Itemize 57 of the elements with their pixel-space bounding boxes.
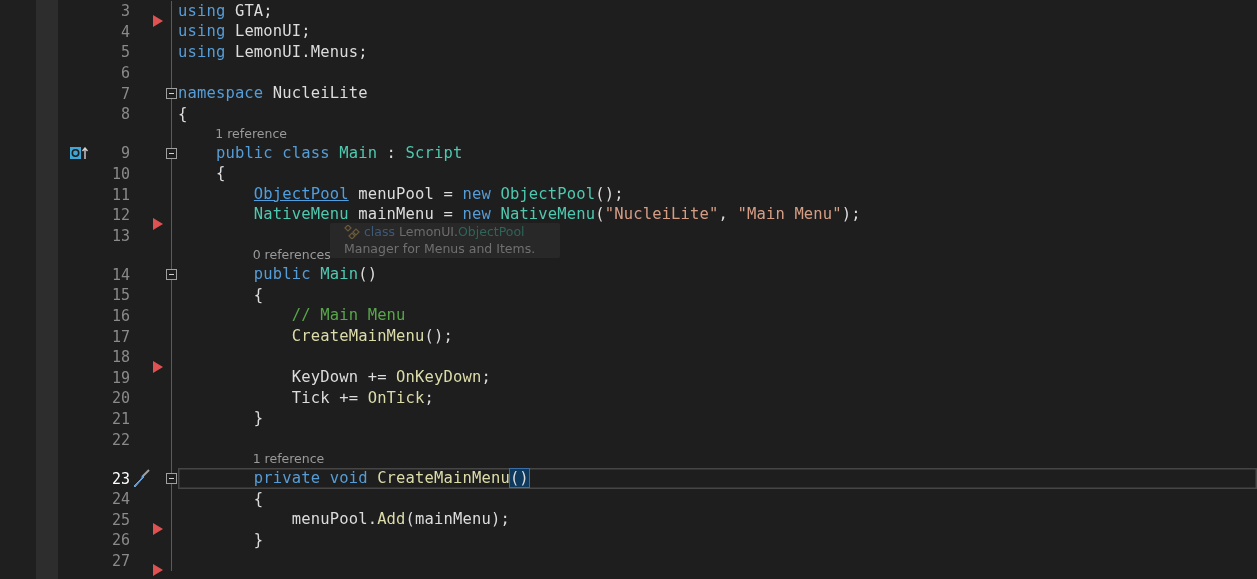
line-number: 13 (110, 226, 130, 245)
code-line: using GTA; (178, 3, 273, 20)
screwdriver-icon[interactable] (131, 468, 151, 489)
implementation-icon[interactable] (70, 147, 88, 160)
code-line: } (252, 411, 264, 427)
line-number: 16 (110, 307, 130, 325)
line-number: 22 (110, 430, 130, 449)
line-number: 8 (119, 105, 130, 124)
line-number: 14 (110, 265, 130, 284)
line-number: 3 (119, 2, 130, 21)
line-number: 5 (119, 43, 130, 62)
collapse-toggle[interactable] (166, 147, 177, 159)
line-number: 10 (110, 164, 130, 183)
code-line: // Main Menu (290, 308, 406, 324)
code-line: using LemonUI.Menus; (178, 44, 368, 61)
reference-count-link[interactable]: 1 reference (252, 452, 325, 466)
line-number: 24 (110, 490, 130, 509)
reference-count-link[interactable]: 1 reference (215, 127, 287, 141)
code-line: { (178, 106, 188, 122)
line-number: 21 (110, 410, 130, 428)
collapse-toggle[interactable] (166, 269, 177, 281)
code-line: public class Main : Script (214, 145, 463, 162)
line-number: 6 (119, 64, 130, 83)
code-line: using LemonUI; (178, 24, 311, 40)
code-line: ObjectPool menuPool = new ObjectPool(); (252, 186, 624, 203)
code-line: { (252, 491, 264, 507)
code-line: { (214, 166, 226, 182)
line-number: 23 (110, 469, 130, 488)
line-number: 25 (110, 510, 130, 529)
line-number: 9 (119, 144, 130, 163)
class-icon (344, 224, 360, 239)
line-number: 7 (119, 84, 130, 103)
line-number: 4 (119, 22, 130, 41)
line-number: 27 (110, 552, 130, 571)
line-number: 17 (110, 327, 130, 346)
code-line: private void CreateMainMenu() (252, 470, 531, 488)
line-number: 15 (110, 286, 130, 305)
tooltip-description: Manager for Menus and Items. (344, 241, 537, 256)
line-number: 19 (110, 368, 130, 387)
code-line: menuPool.Add(mainMenu); (290, 512, 510, 528)
code-line: public Main() (252, 267, 378, 283)
code-line: Tick += OnTick; (290, 390, 435, 407)
collapse-toggle[interactable] (166, 88, 177, 100)
line-number: 12 (110, 206, 130, 225)
code-line: namespace NucleiLite (178, 85, 368, 102)
code-line: CreateMainMenu(); (290, 328, 453, 345)
line-number: 18 (110, 348, 130, 367)
code-line: KeyDown += OnKeyDown; (290, 370, 491, 386)
line-number: 11 (110, 185, 130, 204)
line-number: 26 (110, 531, 130, 550)
code-line: } (252, 532, 264, 549)
reference-count-link[interactable]: 0 references (252, 249, 331, 262)
code-line: { (252, 287, 264, 304)
line-number: 20 (110, 389, 130, 408)
tooltip-signature: class LemonUI.ObjectPool (364, 224, 525, 239)
collapse-toggle[interactable] (166, 473, 177, 485)
code-line: NativeMenu mainMenu = new NativeMenu("NucleiLite", "Main Menu"); (252, 207, 861, 223)
